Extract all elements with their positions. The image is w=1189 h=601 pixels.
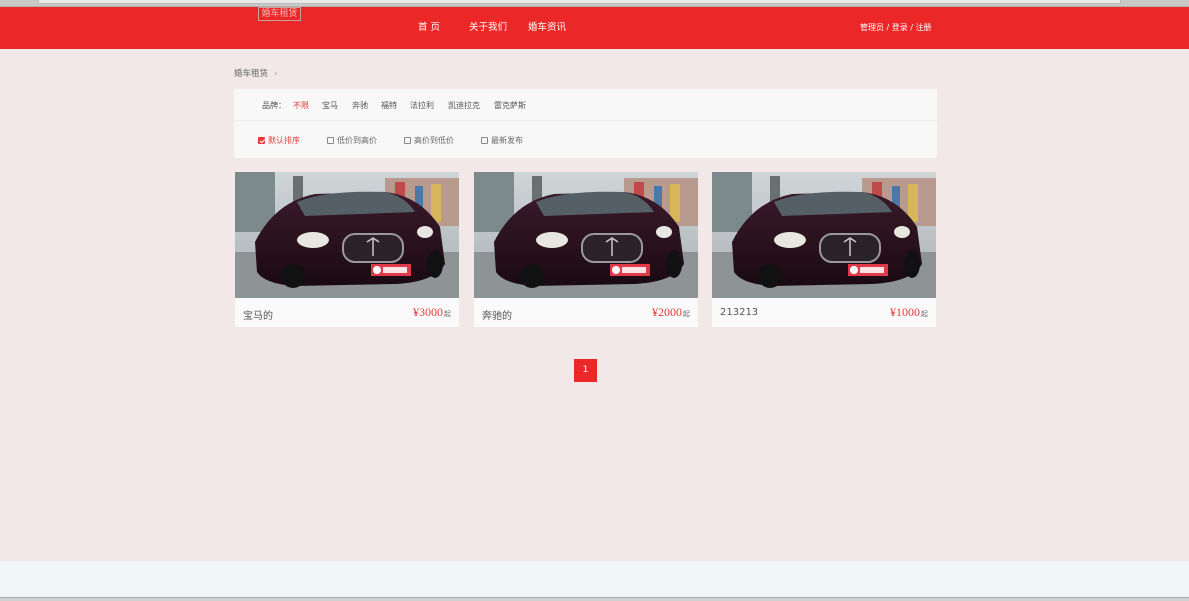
car-price: ¥1000起 <box>890 305 928 320</box>
sort-price-asc-label: 低价到高价 <box>337 136 377 145</box>
car-photo-image <box>235 172 459 298</box>
car-price: ¥2000起 <box>652 305 690 320</box>
car-price-unit: 起 <box>444 310 451 318</box>
car-card[interactable]: 宝马的 ¥3000起 <box>235 172 459 327</box>
car-name[interactable]: 宝马的 <box>243 307 273 322</box>
checkbox-icon[interactable] <box>327 137 334 144</box>
breadcrumb-chevron-icon: › <box>274 69 278 79</box>
brand-option-lexus[interactable]: 雷克萨斯 <box>494 100 526 111</box>
checkbox-icon[interactable] <box>481 137 488 144</box>
car-card[interactable]: 213213 ¥1000起 <box>712 172 936 327</box>
car-name[interactable]: 213213 <box>720 307 758 318</box>
sort-default[interactable]: 默认排序 <box>258 135 300 146</box>
nav-wedding-car-news[interactable]: 婚车资讯 <box>528 21 566 35</box>
brand-option-any[interactable]: 不限 <box>293 100 309 111</box>
admin-link[interactable]: 管理员 <box>860 23 884 32</box>
car-price: ¥3000起 <box>413 305 451 320</box>
checkbox-icon[interactable] <box>404 137 411 144</box>
site-logo[interactable]: 婚车租赁 <box>258 7 301 21</box>
nav-about-us[interactable]: 关于我们 <box>469 21 507 35</box>
user-links-separator: / <box>884 23 892 32</box>
site-header: 婚车租赁 首 页 关于我们 婚车资讯 管理员 / 登录 / 注册 <box>0 7 1189 49</box>
sort-newest-label: 最新发布 <box>491 136 523 145</box>
sort-price-desc[interactable]: 高价到低价 <box>404 135 454 146</box>
brand-option-cadillac[interactable]: 凯迪拉克 <box>448 100 480 111</box>
car-photo[interactable] <box>712 172 936 298</box>
brand-filter-row: 品牌： 不限 宝马 奔驰 福特 法拉利 凯迪拉克 雷克萨斯 <box>234 89 937 121</box>
brand-option-bmw[interactable]: 宝马 <box>322 100 338 111</box>
login-link[interactable]: 登录 <box>892 23 908 32</box>
car-photo-image <box>474 172 698 298</box>
brand-option-ferrari[interactable]: 法拉利 <box>410 100 434 111</box>
car-photo[interactable] <box>235 172 459 298</box>
user-links: 管理员 / 登录 / 注册 <box>860 21 932 35</box>
breadcrumb: 婚车租赁 › <box>234 67 277 79</box>
register-link[interactable]: 注册 <box>916 23 932 32</box>
browser-top-bar <box>38 0 1121 4</box>
sort-default-label: 默认排序 <box>268 136 300 145</box>
car-price-unit: 起 <box>921 310 928 318</box>
pagination-page-current[interactable]: 1 <box>574 359 597 382</box>
brand-option-ford[interactable]: 福特 <box>381 100 397 111</box>
car-photo[interactable] <box>474 172 698 298</box>
brand-filter-label: 品牌： <box>262 101 286 110</box>
car-card[interactable]: 奔驰的 ¥2000起 <box>474 172 698 327</box>
browser-top-edge <box>0 0 1189 7</box>
brand-option-benz[interactable]: 奔驰 <box>352 100 368 111</box>
nav-home[interactable]: 首 页 <box>418 21 440 35</box>
browser-bottom-edge <box>0 597 1189 601</box>
car-price-unit: 起 <box>683 310 690 318</box>
car-name[interactable]: 奔驰的 <box>482 307 512 322</box>
sort-price-desc-label: 高价到低价 <box>414 136 454 145</box>
site-footer <box>0 561 1189 597</box>
filter-panel: 品牌： 不限 宝马 奔驰 福特 法拉利 凯迪拉克 雷克萨斯 默认排序 低价到高价… <box>234 89 937 158</box>
car-price-amount: ¥3000 <box>413 305 443 319</box>
user-links-separator: / <box>907 23 916 32</box>
breadcrumb-item[interactable]: 婚车租赁 <box>234 69 268 79</box>
sort-newest[interactable]: 最新发布 <box>481 135 523 146</box>
checkbox-checked-icon[interactable] <box>258 137 265 144</box>
car-photo-image <box>712 172 936 298</box>
sort-price-asc[interactable]: 低价到高价 <box>327 135 377 146</box>
car-price-amount: ¥2000 <box>652 305 682 319</box>
sort-row: 默认排序 低价到高价 高价到低价 最新发布 <box>234 122 937 158</box>
car-price-amount: ¥1000 <box>890 305 920 319</box>
